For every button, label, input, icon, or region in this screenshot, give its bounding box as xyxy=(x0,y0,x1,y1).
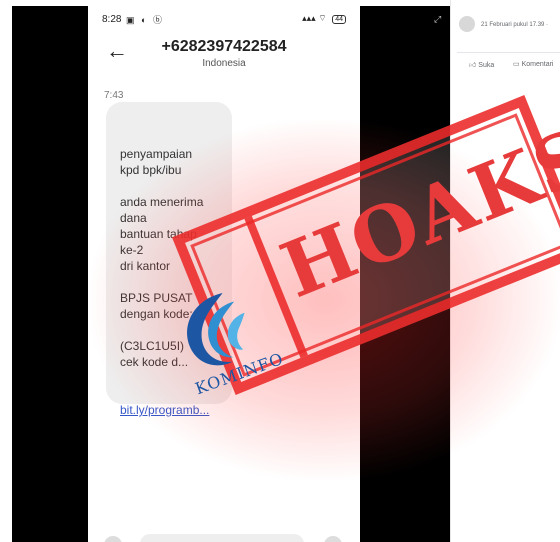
compose-bar xyxy=(88,532,360,542)
status-bar: 8:28 ▣ ◐ ⓑ ▴▴▴ ⌔ 44 xyxy=(88,6,360,32)
message-line: penyampaian xyxy=(120,147,193,161)
send-icon[interactable] xyxy=(324,536,342,542)
status-time: 8:28 xyxy=(102,14,122,25)
comment-button[interactable]: ▭ Komentari xyxy=(513,60,553,68)
comment-label: Komentari xyxy=(521,61,554,68)
wifi-icon: ⌔ xyxy=(318,13,327,23)
battery-icon: 44 xyxy=(332,15,346,24)
conversation-header: ← +6282397422584 Indonesia xyxy=(88,32,360,78)
message-timestamp: 7:43 xyxy=(104,90,124,101)
notification-icons: ▣ ◐ ⓑ xyxy=(126,15,164,25)
post-date[interactable]: 21 Februari pukul 17.39 · xyxy=(481,22,548,28)
divider xyxy=(457,52,560,53)
message-line xyxy=(120,178,250,194)
sender-country: Indonesia xyxy=(202,58,246,69)
like-label: Suka xyxy=(478,62,495,69)
attach-icon[interactable] xyxy=(104,536,122,542)
comment-icon: ▭ xyxy=(513,61,520,68)
status-icons-right: ▴▴▴ ⌔ 44 xyxy=(302,13,346,24)
like-button[interactable]: 👍︎ Suka xyxy=(469,60,494,69)
expand-icon[interactable]: ⤢ xyxy=(434,14,441,25)
message-line: anda menerima xyxy=(120,195,204,209)
signal-icon: ▴▴▴ xyxy=(302,13,316,23)
sender-phone-number: +6282397422584 xyxy=(161,38,287,55)
avatar[interactable] xyxy=(459,16,475,32)
message-line: kpd bpk/ibu xyxy=(120,163,182,177)
compose-input[interactable] xyxy=(140,534,304,542)
like-icon: 👍︎ xyxy=(469,62,477,69)
